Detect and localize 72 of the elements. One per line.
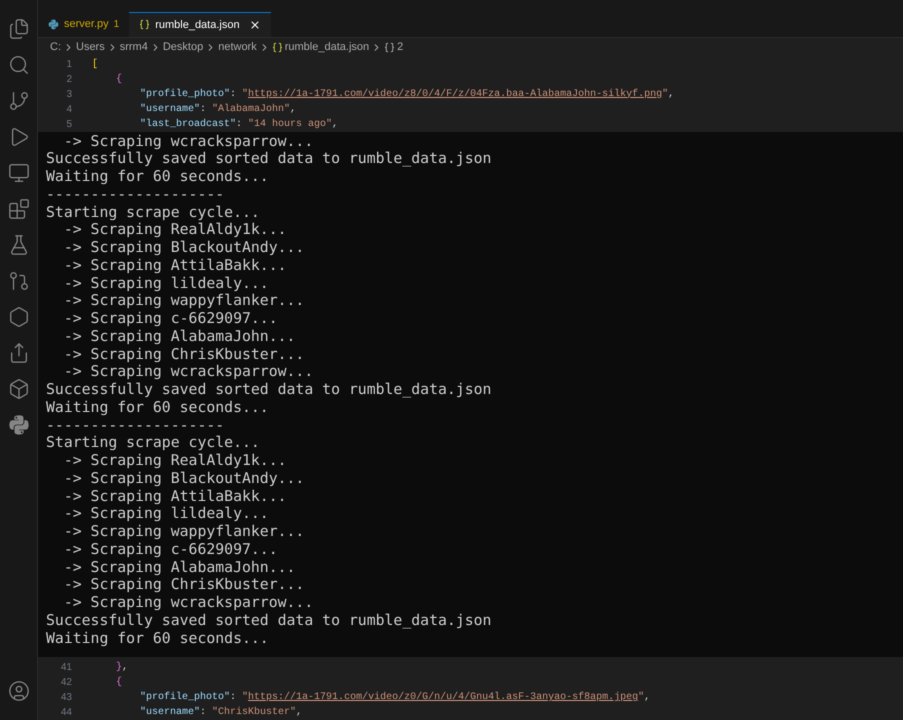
terminal-line: -> Scraping BlackoutAndy... [62,470,306,488]
terminal-line: -> Scraping AlabamaJohn... [62,558,296,576]
terminal-line: -> Scraping AttilaBakk... [62,256,288,275]
line-number: 3 [65,88,73,102]
terminal-line: -> Scraping c-6629097... [62,540,279,559]
pull-request-icon[interactable] [8,270,30,292]
braces-icon [272,42,283,53]
line-number: 42 [60,676,73,690]
terminal-line: -> Scraping wappyflanker... [62,523,306,541]
line-number: 4 [65,102,73,117]
line-number: 41 [60,661,73,675]
terminal-line: Successfully saved sorted data to rumble_data.json [46,381,492,399]
code-line: }, [116,660,128,675]
code-line: { [116,676,122,690]
code-line: "last_broadcast": "14 hours ago", [140,118,338,132]
terminal-line: -> Scraping AlabamaJohn... [62,328,296,346]
terminal-line: -> Scraping wcracksparrow... [62,594,314,612]
breadcrumb-item[interactable]: C: [50,39,61,56]
braces-icon [384,42,396,53]
breadcrumb-item[interactable]: Users [76,39,105,56]
terminal-line: -> Scraping ChrisKbuster... [62,576,306,594]
code-line: { [116,72,122,87]
breadcrumb-item[interactable]: network [218,39,257,56]
code-line: "profile_photo": "https://1a-1791.com/video/z0/G/n/u/4/Gnu4l.asF-3anyao-sf8apm.jpeg", [140,690,650,705]
terminal-line: Starting scrape cycle... [46,434,261,452]
terminal-line: -> Scraping c-6629097... [62,310,279,328]
terminal-line: -> Scraping RealAldy1k... [62,452,288,470]
close-icon[interactable] [248,18,261,31]
breadcrumb-item[interactable]: rumble_data.json [284,39,370,56]
code-line: "username": "AlabamaJohn", [140,102,296,117]
line-number: 1 [65,58,73,72]
editor-tab[interactable]: rumble_data.json [129,12,271,37]
editor-tab[interactable]: server.py 1 [38,12,130,37]
terminal-line: -> Scraping wcracksparrow... [62,363,314,382]
blocks-icon[interactable] [8,198,30,220]
terminal-line: Successfully saved sorted data to rumble_data.json [46,150,492,168]
terminal-line: Waiting for 60 seconds... [46,398,270,417]
monitor-icon[interactable] [8,162,30,184]
code-line: "username": "ChrisKbuster", [140,706,302,720]
terminal-line: Successfully saved sorted data to rumble_data.json [46,612,492,630]
box-icon[interactable] [8,378,30,400]
python-icon[interactable] [8,414,30,436]
code-line: [ [92,58,98,72]
breadcrumb-item[interactable]: Desktop [162,39,204,56]
terminal-line: -> Scraping ChrisKbuster... [62,346,306,364]
line-number: 44 [60,706,73,720]
search-icon[interactable] [8,54,30,76]
line-number: 5 [65,118,73,132]
terminal-line: -> Scraping lildealy... [62,274,270,292]
account-icon[interactable] [8,680,30,702]
hexagon-icon[interactable] [8,306,30,328]
terminal-line: Starting scrape cycle... [46,204,261,222]
terminal-line: -------------------- [46,416,226,434]
python-file-icon [48,18,59,30]
problem-count: 1 [114,18,120,32]
files-icon[interactable] [8,18,30,40]
breadcrumb-item[interactable]: srrm4 [120,39,148,56]
terminal-line: -> Scraping wcracksparrow... [62,132,314,150]
terminal-line: -> Scraping RealAldy1k... [62,221,288,240]
code-line: "profile_photo": "https://1a-1791.com/video/z8/0/4/F/z/04Fza.baa-AlabamaJohn-silkyf.png", [140,88,674,102]
braces-icon [139,19,150,30]
breadcrumb-item[interactable]: 2 [397,39,404,56]
branch-icon[interactable] [8,90,30,112]
terminal-line: Waiting for 60 seconds... [46,168,270,186]
terminal-line: -> Scraping BlackoutAndy... [62,239,306,257]
line-number: 43 [60,691,73,705]
terminal-line: -> Scraping lildealy... [62,505,270,524]
terminal-line: -------------------- [46,186,226,204]
terminal-line: -> Scraping wappyflanker... [62,292,306,310]
terminal-line: Waiting for 60 seconds... [46,630,270,648]
terminal-line: -> Scraping AttilaBakk... [62,488,288,506]
line-number: 2 [65,72,73,87]
